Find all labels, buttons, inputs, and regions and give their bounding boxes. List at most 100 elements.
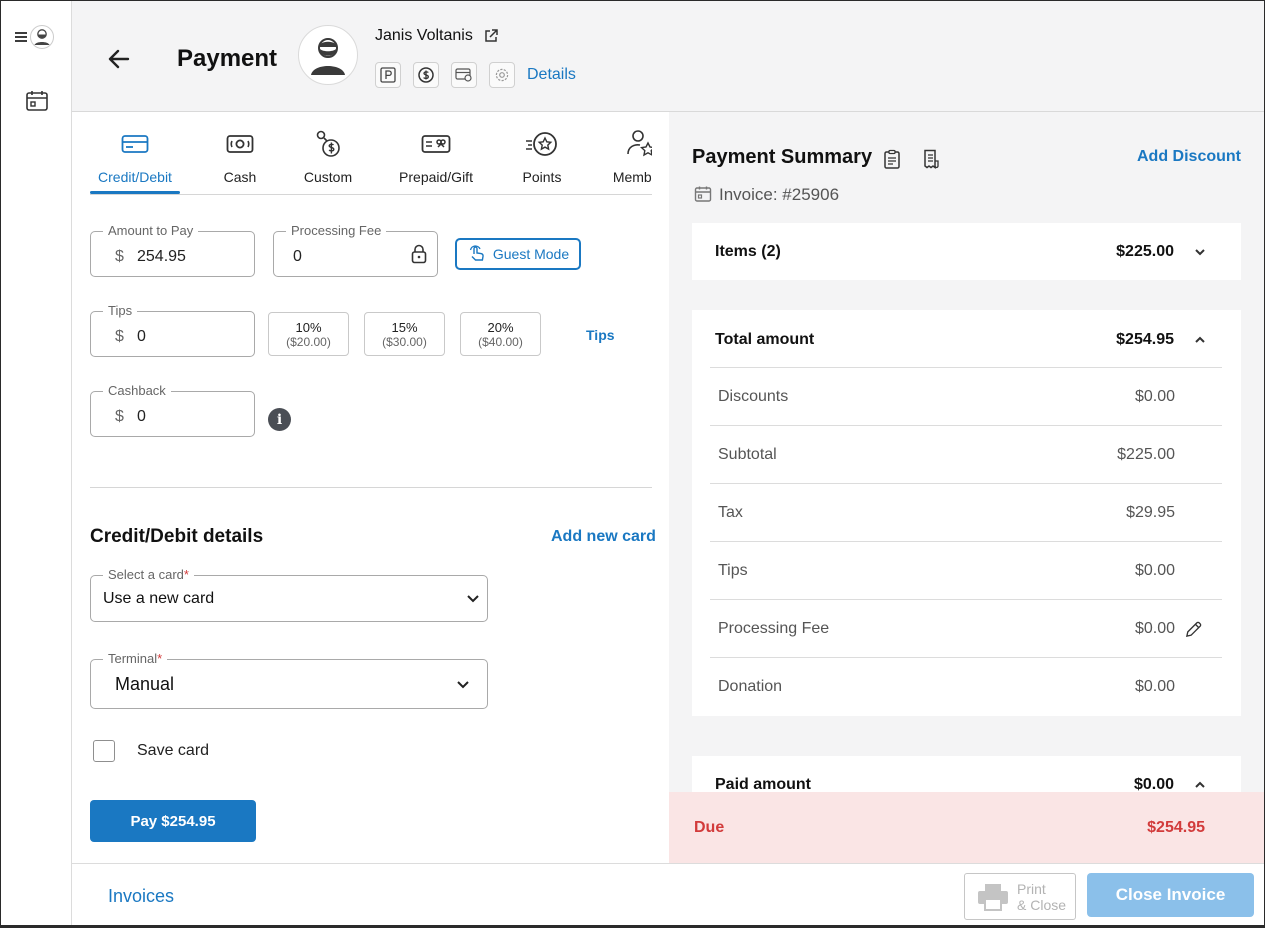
chevron-up-icon[interactable] bbox=[1193, 778, 1207, 792]
tips-input[interactable]: 0 bbox=[137, 328, 146, 346]
tab-label: Members bbox=[612, 169, 652, 185]
select-card-label: Select a card* bbox=[103, 567, 194, 582]
parking-badge-icon[interactable] bbox=[375, 62, 401, 88]
client-avatar-icon bbox=[311, 38, 345, 75]
total-amount-value: $254.95 bbox=[1116, 331, 1174, 348]
cashback-input[interactable]: 0 bbox=[137, 408, 146, 426]
clipboard-icon[interactable] bbox=[882, 149, 902, 169]
tip-20-button[interactable]: 20% ($40.00) bbox=[460, 312, 541, 356]
tip-amount: ($20.00) bbox=[286, 334, 331, 349]
row-value: $0.00 bbox=[1134, 388, 1175, 405]
row-value: $0.00 bbox=[1134, 562, 1175, 579]
gear-icon[interactable] bbox=[489, 62, 515, 88]
tab-prepaid-gift[interactable]: Prepaid/Gift bbox=[396, 124, 476, 194]
close-invoice-button[interactable]: Close Invoice bbox=[1087, 873, 1254, 917]
currency-symbol: $ bbox=[115, 408, 124, 425]
items-amount: $225.00 bbox=[1116, 243, 1174, 260]
invoices-link[interactable]: Invoices bbox=[108, 886, 174, 907]
page-header: Payment Janis Voltanis Details bbox=[72, 1, 1264, 112]
info-icon[interactable]: i bbox=[268, 408, 291, 431]
chevron-down-icon bbox=[467, 595, 479, 603]
summary-row-subtotal: Subtotal $225.00 bbox=[710, 426, 1222, 484]
paid-amount-label: Paid amount bbox=[715, 776, 812, 792]
row-value: $29.95 bbox=[1126, 504, 1175, 521]
member-star-icon bbox=[627, 130, 652, 157]
tips-link[interactable]: Tips bbox=[586, 327, 615, 343]
payment-method-panel: Credit/Debit Cash Custom Prepaid/Gift Po… bbox=[72, 112, 669, 863]
tab-credit-debit[interactable]: Credit/Debit bbox=[90, 124, 180, 194]
row-value: $0.00 bbox=[1134, 620, 1175, 637]
summary-row-donation: Donation $0.00 bbox=[710, 658, 1222, 716]
invoice-number: Invoice: #25906 bbox=[719, 185, 840, 204]
save-card-label: Save card bbox=[137, 742, 210, 759]
tips-label: Tips bbox=[103, 303, 138, 318]
print-close-button[interactable]: Print & Close bbox=[964, 873, 1076, 920]
chevron-down-icon[interactable] bbox=[1193, 245, 1207, 259]
tip-10-button[interactable]: 10% ($20.00) bbox=[268, 312, 349, 356]
tip-percent: 10% bbox=[295, 319, 322, 335]
print-label: Print bbox=[1017, 880, 1046, 897]
hamburger-icon bbox=[15, 32, 27, 42]
amount-to-pay-field[interactable]: Amount to Pay $ 254.95 bbox=[90, 223, 255, 277]
total-amount-label: Total amount bbox=[715, 331, 815, 348]
tab-label: Credit/Debit bbox=[98, 169, 172, 185]
currency-symbol: $ bbox=[115, 328, 124, 345]
external-link-icon[interactable] bbox=[483, 28, 499, 44]
back-arrow-icon[interactable] bbox=[106, 46, 132, 72]
tab-label: Points bbox=[522, 169, 562, 185]
pay-button[interactable]: Pay $254.95 bbox=[90, 800, 256, 842]
details-link[interactable]: Details bbox=[527, 66, 576, 84]
select-card-dropdown[interactable]: Select a card* Use a new card bbox=[90, 567, 488, 622]
row-label: Tips bbox=[718, 562, 748, 579]
row-label: Processing Fee bbox=[718, 620, 830, 637]
client-name: Janis Voltanis bbox=[375, 27, 473, 44]
processing-fee-field[interactable]: Processing Fee 0 bbox=[273, 223, 438, 277]
processing-fee-label: Processing Fee bbox=[286, 223, 387, 238]
tab-points[interactable]: Points bbox=[520, 124, 564, 194]
guest-mode-button[interactable]: Guest Mode bbox=[455, 238, 581, 270]
payment-summary-title: Payment Summary bbox=[692, 146, 873, 168]
amount-to-pay-input[interactable]: 254.95 bbox=[137, 248, 186, 266]
terminal-dropdown[interactable]: Terminal* Manual bbox=[90, 651, 488, 709]
select-card-value: Use a new card bbox=[103, 590, 215, 607]
chevron-up-icon[interactable] bbox=[1193, 333, 1207, 347]
cashback-field[interactable]: Cashback $ 0 bbox=[90, 383, 255, 437]
terminal-value: Manual bbox=[115, 674, 175, 694]
tab-label: Prepaid/Gift bbox=[399, 169, 473, 185]
due-label: Due bbox=[694, 819, 725, 836]
card-settings-badge-icon[interactable] bbox=[451, 62, 477, 88]
add-new-card-link[interactable]: Add new card bbox=[551, 528, 656, 546]
row-value: $225.00 bbox=[1117, 446, 1175, 463]
add-discount-link[interactable]: Add Discount bbox=[1137, 148, 1241, 166]
row-value: $0.00 bbox=[1134, 678, 1175, 695]
invoice-calendar-icon bbox=[694, 186, 712, 202]
credit-debit-details-title: Credit/Debit details bbox=[90, 526, 264, 547]
tab-custom[interactable]: Custom bbox=[300, 124, 356, 194]
tip-percent: 15% bbox=[391, 319, 418, 335]
gift-card-icon bbox=[421, 135, 451, 153]
menu-button[interactable] bbox=[15, 23, 59, 51]
points-star-icon bbox=[526, 132, 557, 156]
row-label: Donation bbox=[718, 678, 783, 695]
processing-fee-input[interactable]: 0 bbox=[293, 248, 302, 266]
tab-cash[interactable]: Cash bbox=[218, 124, 262, 194]
dollar-badge-icon[interactable] bbox=[413, 62, 439, 88]
close-label: & Close bbox=[1017, 896, 1067, 913]
summary-row-tax: Tax $29.95 bbox=[710, 484, 1222, 542]
tap-hand-icon bbox=[469, 245, 484, 261]
calendar-icon[interactable] bbox=[25, 89, 51, 115]
payment-summary-panel: Payment Summary Add Discount Invoice: #2… bbox=[669, 112, 1264, 792]
tip-15-button[interactable]: 15% ($30.00) bbox=[364, 312, 445, 356]
pencil-edit-icon[interactable] bbox=[1184, 620, 1203, 639]
guest-mode-label: Guest Mode bbox=[492, 246, 570, 262]
tab-members[interactable]: Members bbox=[607, 124, 652, 194]
tips-field[interactable]: Tips $ 0 bbox=[90, 303, 255, 357]
tab-label: Cash bbox=[223, 169, 257, 185]
save-card-checkbox[interactable] bbox=[93, 740, 115, 762]
items-section[interactable]: Items (2) $225.00 bbox=[692, 223, 1241, 280]
custom-payment-icon bbox=[316, 130, 340, 157]
receipt-icon[interactable] bbox=[921, 149, 941, 169]
items-label: Items (2) bbox=[715, 243, 781, 260]
total-amount-section: Total amount $254.95 Discounts $0.00 Sub… bbox=[692, 310, 1241, 716]
lock-icon[interactable] bbox=[411, 244, 427, 264]
